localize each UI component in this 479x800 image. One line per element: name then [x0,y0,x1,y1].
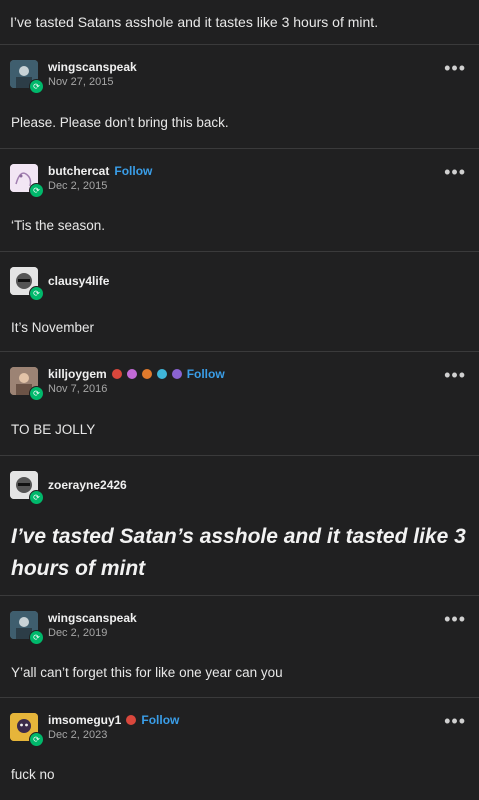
username[interactable]: zoerayne2426 [48,478,127,492]
follow-button[interactable]: Follow [187,367,225,381]
more-options-icon[interactable]: ••• [444,712,466,730]
reblog-icon: ⟳ [29,630,44,645]
badge-icon [141,369,152,379]
more-options-icon[interactable]: ••• [444,610,466,628]
username[interactable]: imsomeguy1 [48,713,121,727]
reblog-icon: ⟳ [29,286,44,301]
post-date[interactable]: Nov 27, 2015 [48,76,137,88]
avatar[interactable]: ⟳ [10,471,44,505]
post-body: fuck no [11,766,55,782]
avatar[interactable]: ⟳ [10,713,44,747]
badge-icon [111,369,122,379]
reblog-icon: ⟳ [29,490,44,505]
post-date[interactable]: Dec 2, 2023 [48,729,179,741]
post-body: I’ve tasted Satan’s asshole and it taste… [11,525,466,580]
reblog-post: ⟳ killjoygem Follow Nov 7, 2016 ••• TO B… [0,352,479,455]
username[interactable]: killjoygem [48,367,107,381]
reblog-icon: ⟳ [29,386,44,401]
reblog-post: ⟳ butchercat Follow Dec 2, 2015 ••• ‘Tis… [0,149,479,251]
original-post-text: I’ve tasted Satans asshole and it tastes… [0,0,479,44]
reblog-post: ⟳ wingscanspeak Nov 27, 2015 ••• Please.… [0,45,479,148]
avatar[interactable]: ⟳ [10,367,44,401]
more-options-icon[interactable]: ••• [444,366,466,384]
reblog-post: ⟳ zoerayne2426 I’ve tasted Satan’s assho… [0,456,479,595]
badge-icon [126,715,137,725]
post-body: It’s November [11,319,95,335]
post-body: TO BE JOLLY [11,421,96,437]
username[interactable]: clausy4life [48,274,109,288]
post-body: Y’all can’t forget this for like one yea… [11,664,283,680]
avatar[interactable]: ⟳ [10,60,44,94]
badge-icon [156,369,167,379]
reblog-post: ⟳ wingscanspeak Dec 2, 2019 ••• Y’all ca… [0,596,479,697]
post-date[interactable]: Nov 7, 2016 [48,383,225,395]
badge-icon [171,369,182,379]
reblog-icon: ⟳ [29,732,44,747]
avatar[interactable]: ⟳ [10,164,44,198]
post-date[interactable]: Dec 2, 2019 [48,627,137,639]
more-options-icon[interactable]: ••• [444,59,466,77]
reblog-post: ⟳ imsomeguy1 Follow Dec 2, 2023 ••• fuck… [0,698,479,800]
username[interactable]: wingscanspeak [48,611,137,625]
reblog-icon: ⟳ [29,79,44,94]
avatar[interactable]: ⟳ [10,267,44,301]
original-post-text-label: I’ve tasted Satans asshole and it tastes… [10,14,379,30]
more-options-icon[interactable]: ••• [444,163,466,181]
post-body: Please. Please don’t bring this back. [11,114,229,130]
avatar[interactable]: ⟳ [10,611,44,645]
follow-button[interactable]: Follow [141,713,179,727]
username[interactable]: wingscanspeak [48,60,137,74]
username[interactable]: butchercat [48,164,109,178]
reblog-post: ⟳ clausy4life It’s November [0,252,479,351]
badge-icon [126,369,137,379]
reblog-icon: ⟳ [29,183,44,198]
post-body: ‘Tis the season. [11,217,106,233]
follow-button[interactable]: Follow [114,164,152,178]
post-date[interactable]: Dec 2, 2015 [48,180,152,192]
